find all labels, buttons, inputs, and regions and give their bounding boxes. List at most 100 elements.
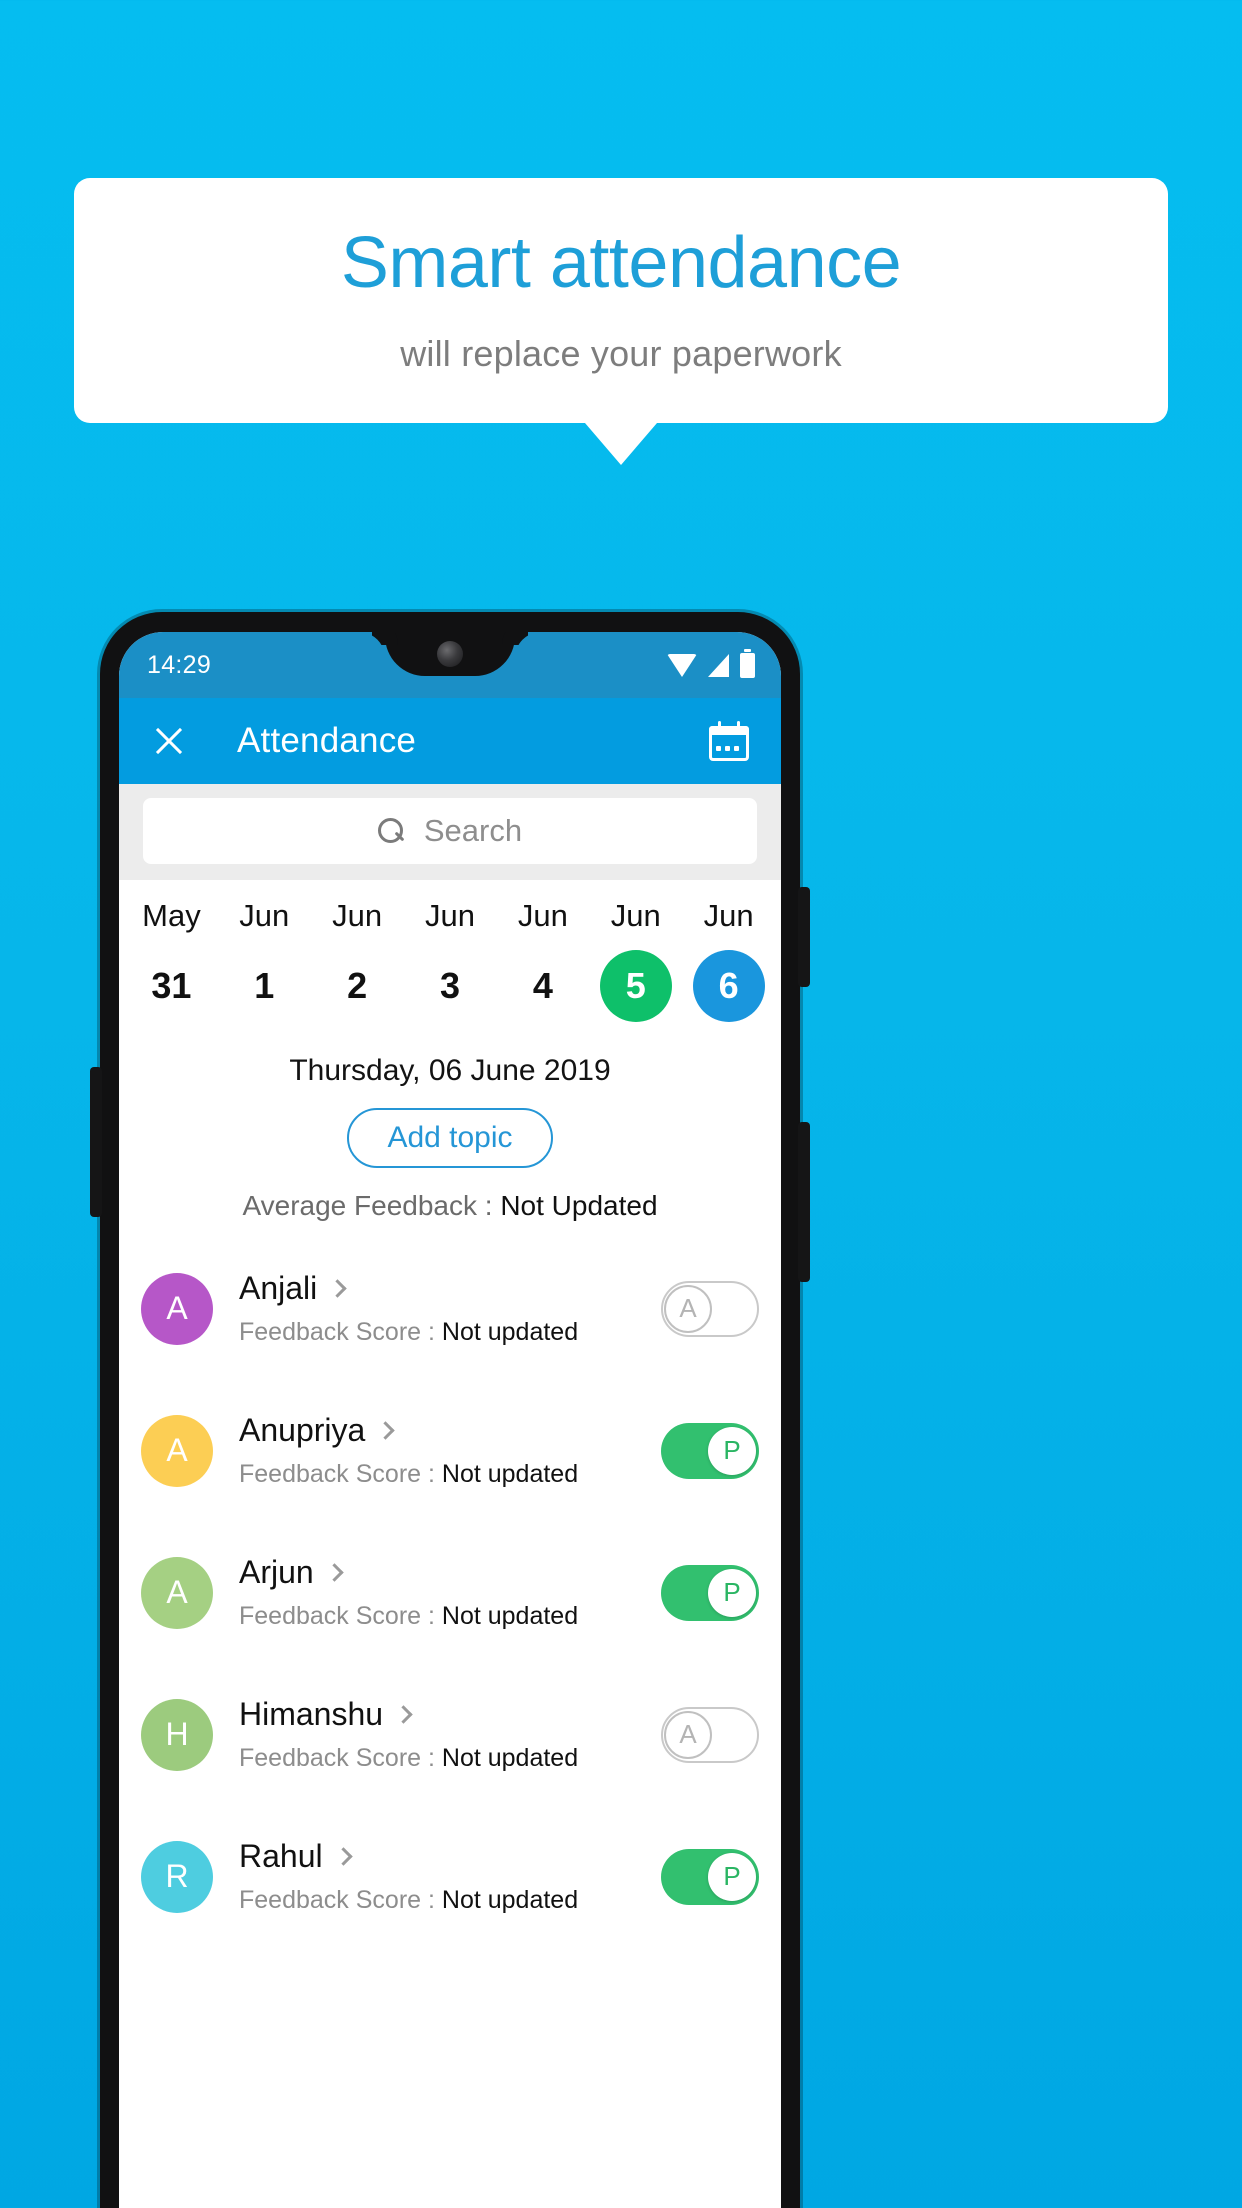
table-row[interactable]: A Arjun Feedback Score : Not updated P: [119, 1522, 781, 1664]
attendance-toggle-knob: P: [708, 1852, 756, 1901]
date-month: Jun: [425, 898, 475, 933]
table-row[interactable]: R Rahul Feedback Score : Not updated P: [119, 1806, 781, 1948]
student-name-line[interactable]: Himanshu: [239, 1696, 661, 1733]
table-row[interactable]: A Anjali Feedback Score : Not updated A: [119, 1238, 781, 1380]
student-name-line[interactable]: Arjun: [239, 1554, 661, 1591]
promo-subtitle: will replace your paperwork: [400, 332, 842, 374]
avatar: H: [141, 1698, 213, 1771]
search-bar-container: Search: [119, 784, 781, 880]
feedback-score-value: Not updated: [441, 1318, 579, 1347]
calendar-icon[interactable]: [709, 721, 751, 761]
avatar: A: [141, 1556, 213, 1629]
app-bar: Attendance: [119, 698, 781, 784]
promo-card-tail: [585, 423, 657, 465]
feedback-score-label: Feedback Score :: [239, 1744, 442, 1773]
signal-icon: [708, 653, 729, 677]
table-row[interactable]: A Anupriya Feedback Score : Not updated …: [119, 1380, 781, 1522]
feedback-score-label: Feedback Score :: [239, 1460, 442, 1489]
attendance-toggle-knob: P: [708, 1426, 756, 1475]
battery-icon: [740, 648, 755, 678]
status-icons: [667, 648, 755, 678]
date-month: Jun: [517, 898, 568, 933]
feedback-score-value: Not updated: [441, 1602, 579, 1631]
student-list: A Anjali Feedback Score : Not updated A …: [119, 1238, 781, 1948]
phone-power-button: [798, 887, 810, 987]
date-cell-0[interactable]: May 31: [125, 898, 218, 1022]
attendance-toggle[interactable]: A: [661, 1280, 759, 1337]
date-day: 4: [532, 964, 553, 1006]
date-month: Jun: [332, 898, 383, 933]
feedback-score-value: Not updated: [441, 1886, 579, 1915]
avatar: R: [141, 1840, 213, 1913]
add-topic-container: Add topic: [119, 1107, 781, 1168]
average-feedback-label: Average Feedback :: [242, 1189, 501, 1221]
table-row[interactable]: H Himanshu Feedback Score : Not updated …: [119, 1664, 781, 1806]
close-icon[interactable]: [147, 719, 191, 763]
attendance-toggle[interactable]: P: [661, 1848, 759, 1905]
wifi-icon: [667, 653, 697, 677]
student-name: Arjun: [239, 1554, 314, 1591]
phone-mockup: 14:29 Attendance Search May 31 Jun 1 Jun…: [90, 612, 810, 2208]
chevron-right-icon: [376, 1421, 395, 1440]
search-icon: [377, 818, 404, 844]
avatar: A: [141, 1272, 213, 1345]
page-title: Attendance: [237, 721, 417, 760]
student-feedback: Feedback Score : Not updated: [239, 1886, 661, 1915]
date-cell-6[interactable]: Jun 6: [682, 898, 775, 1022]
date-month: Jun: [703, 898, 754, 933]
feedback-score-value: Not updated: [441, 1744, 579, 1773]
attendance-toggle-knob: A: [664, 1284, 712, 1333]
chevron-right-icon: [325, 1563, 344, 1582]
student-info: Arjun Feedback Score : Not updated: [239, 1554, 661, 1631]
phone-screen: 14:29 Attendance Search May 31 Jun 1 Jun…: [119, 632, 781, 2208]
student-info: Anupriya Feedback Score : Not updated: [239, 1412, 661, 1489]
student-name: Rahul: [239, 1838, 323, 1875]
feedback-score-label: Feedback Score :: [239, 1886, 442, 1915]
attendance-toggle[interactable]: P: [661, 1422, 759, 1479]
date-cell-5[interactable]: Jun 5: [589, 898, 682, 1022]
student-info: Rahul Feedback Score : Not updated: [239, 1838, 661, 1915]
student-feedback: Feedback Score : Not updated: [239, 1318, 661, 1347]
avatar: A: [141, 1414, 213, 1487]
date-day: 3: [439, 964, 461, 1006]
date-strip: May 31 Jun 1 Jun 2 Jun 3 Jun 4 Jun 5 Jun…: [119, 880, 781, 1028]
date-month: Jun: [239, 898, 290, 933]
feedback-score-value: Not updated: [441, 1460, 579, 1489]
average-feedback-value: Not Updated: [500, 1189, 658, 1221]
promo-card: Smart attendance will replace your paper…: [74, 178, 1168, 423]
feedback-score-label: Feedback Score :: [239, 1602, 442, 1631]
date-cell-4[interactable]: Jun 4: [496, 898, 589, 1022]
student-name: Anjali: [239, 1270, 318, 1307]
average-feedback: Average Feedback : Not Updated: [119, 1190, 781, 1222]
status-time: 14:29: [147, 650, 212, 679]
date-day: 1: [254, 964, 275, 1006]
student-info: Himanshu Feedback Score : Not updated: [239, 1696, 661, 1773]
student-name: Himanshu: [239, 1696, 384, 1733]
add-topic-button[interactable]: Add topic: [347, 1107, 553, 1168]
selected-date-label: Thursday, 06 June 2019: [289, 1053, 611, 1087]
attendance-toggle[interactable]: P: [661, 1564, 759, 1621]
student-name-line[interactable]: Anupriya: [239, 1412, 661, 1449]
date-cell-2[interactable]: Jun 2: [311, 898, 404, 1022]
student-name-line[interactable]: Rahul: [239, 1838, 661, 1875]
date-cell-3[interactable]: Jun 3: [404, 898, 497, 1022]
phone-assistant-button: [90, 1067, 102, 1217]
attendance-toggle[interactable]: A: [661, 1706, 759, 1763]
date-day: 6: [692, 949, 765, 1022]
date-month: May: [142, 898, 201, 933]
front-camera: [437, 641, 463, 667]
date-day: 2: [347, 964, 368, 1006]
attendance-toggle-knob: A: [664, 1710, 712, 1759]
status-bar: 14:29: [119, 632, 781, 698]
chevron-right-icon: [328, 1279, 347, 1298]
date-cell-1[interactable]: Jun 1: [218, 898, 311, 1022]
search-placeholder: Search: [423, 813, 523, 848]
date-day: 31: [151, 964, 192, 1006]
student-name-line[interactable]: Anjali: [239, 1270, 661, 1307]
date-day: 5: [599, 949, 672, 1022]
student-info: Anjali Feedback Score : Not updated: [239, 1270, 661, 1347]
date-month: Jun: [610, 898, 661, 933]
chevron-right-icon: [333, 1847, 353, 1866]
search-input[interactable]: Search: [143, 798, 757, 864]
attendance-toggle-knob: P: [708, 1568, 756, 1617]
